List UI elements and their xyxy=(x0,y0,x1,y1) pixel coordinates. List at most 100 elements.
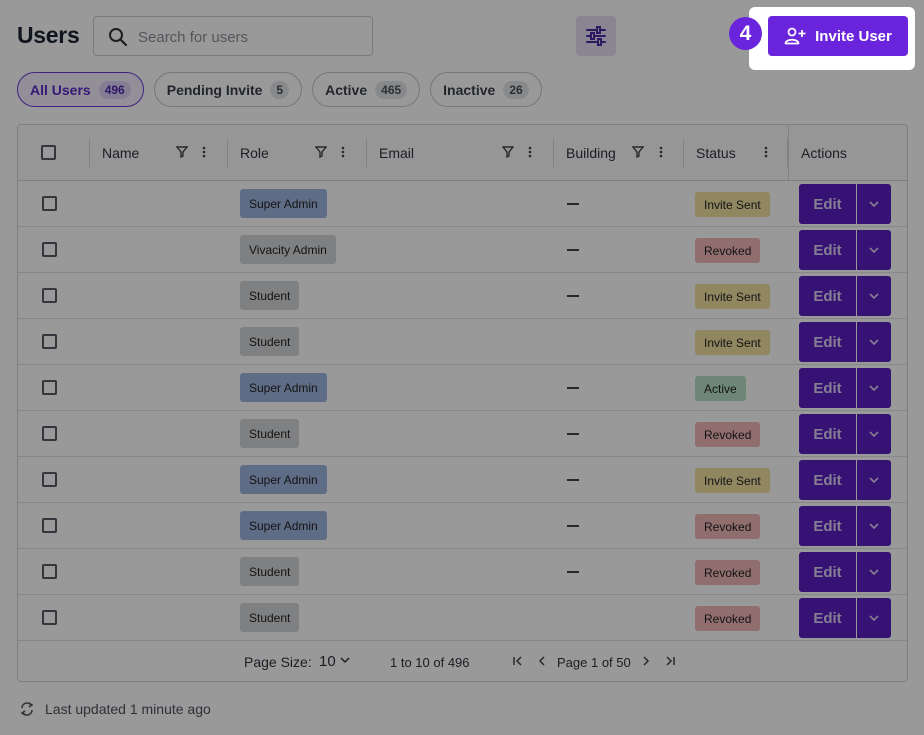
table-row: Vivacity Admin Revoked Edit xyxy=(18,227,907,273)
row-actions: Edit xyxy=(799,368,891,408)
status-badge: Invite Sent xyxy=(695,284,770,309)
last-updated: Last updated 1 minute ago xyxy=(19,699,211,719)
column-menu-icon[interactable] xyxy=(659,145,663,159)
row-checkbox[interactable] xyxy=(42,426,57,441)
row-actions-dropdown-button[interactable] xyxy=(857,414,891,454)
chip-all-users[interactable]: All Users 496 xyxy=(17,72,144,107)
first-page-icon[interactable] xyxy=(512,655,524,667)
row-checkbox[interactable] xyxy=(42,196,57,211)
edit-button[interactable]: Edit xyxy=(799,460,856,500)
invite-user-label: Invite User xyxy=(815,27,892,45)
row-checkbox[interactable] xyxy=(42,518,57,533)
row-actions: Edit xyxy=(799,184,891,224)
column-building-label: Building xyxy=(566,145,616,161)
row-actions: Edit xyxy=(799,322,891,362)
status-badge: Revoked xyxy=(695,514,761,539)
select-all-checkbox[interactable] xyxy=(41,145,56,160)
edit-button[interactable]: Edit xyxy=(799,322,856,362)
filter-icon[interactable] xyxy=(315,145,327,159)
search-box[interactable] xyxy=(93,16,373,56)
building-empty-dash xyxy=(567,433,579,435)
table-row: Student Revoked Edit xyxy=(18,549,907,595)
role-badge: Student xyxy=(240,281,300,310)
row-actions-dropdown-button[interactable] xyxy=(857,598,891,638)
role-badge: Super Admin xyxy=(240,373,327,402)
refresh-icon[interactable] xyxy=(19,700,35,718)
row-checkbox[interactable] xyxy=(42,564,57,579)
column-email[interactable]: Email xyxy=(367,125,554,181)
role-badge: Super Admin xyxy=(240,465,327,494)
filter-icon[interactable] xyxy=(176,145,188,159)
next-page-icon[interactable] xyxy=(641,655,651,667)
column-menu-icon[interactable] xyxy=(341,145,345,159)
row-actions: Edit xyxy=(799,276,891,316)
column-menu-icon[interactable] xyxy=(528,145,532,159)
column-status-label: Status xyxy=(696,145,736,161)
edit-button[interactable]: Edit xyxy=(799,368,856,408)
edit-button[interactable]: Edit xyxy=(799,414,856,454)
status-badge: Invite Sent xyxy=(695,468,770,493)
table-row: Student Invite Sent Edit xyxy=(18,273,907,319)
page-size-select[interactable]: 10 xyxy=(319,653,336,670)
row-checkbox[interactable] xyxy=(42,288,57,303)
previous-page-icon[interactable] xyxy=(537,655,547,667)
column-menu-icon[interactable] xyxy=(764,145,768,159)
row-checkbox[interactable] xyxy=(42,242,57,257)
filter-icon[interactable] xyxy=(632,145,644,159)
chip-active[interactable]: Active 465 xyxy=(312,72,421,107)
status-badge: Invite Sent xyxy=(695,192,770,217)
status-badge: Active xyxy=(695,376,746,401)
row-actions: Edit xyxy=(799,506,891,546)
chip-inactive[interactable]: Inactive 26 xyxy=(430,72,542,107)
chevron-down-icon xyxy=(869,247,879,254)
column-building[interactable]: Building xyxy=(554,125,684,181)
row-actions-dropdown-button[interactable] xyxy=(857,368,891,408)
edit-button[interactable]: Edit xyxy=(799,598,856,638)
invite-user-button[interactable]: Invite User xyxy=(768,16,908,56)
row-actions-dropdown-button[interactable] xyxy=(857,230,891,270)
page-size-label: Page Size: xyxy=(244,654,312,670)
building-empty-dash xyxy=(567,479,579,481)
row-checkbox[interactable] xyxy=(42,334,57,349)
edit-button[interactable]: Edit xyxy=(799,230,856,270)
edit-button[interactable]: Edit xyxy=(799,276,856,316)
edit-button[interactable]: Edit xyxy=(799,506,856,546)
last-updated-text: Last updated 1 minute ago xyxy=(45,701,211,717)
column-actions: Actions xyxy=(788,125,907,181)
chevron-down-icon xyxy=(869,201,879,208)
column-settings-button[interactable] xyxy=(576,16,616,56)
row-checkbox[interactable] xyxy=(42,380,57,395)
row-actions-dropdown-button[interactable] xyxy=(857,184,891,224)
row-actions-dropdown-button[interactable] xyxy=(857,276,891,316)
edit-button[interactable]: Edit xyxy=(799,552,856,592)
column-menu-icon[interactable] xyxy=(202,145,206,159)
table-row: Student Invite Sent Edit xyxy=(18,319,907,365)
header-select-cell xyxy=(18,125,90,181)
filter-icon[interactable] xyxy=(502,145,514,159)
building-empty-dash xyxy=(567,387,579,389)
chevron-down-icon xyxy=(869,523,879,530)
row-actions-dropdown-button[interactable] xyxy=(857,460,891,500)
chip-pending-invite[interactable]: Pending Invite 5 xyxy=(153,72,303,107)
chip-count: 496 xyxy=(98,80,131,99)
column-status[interactable]: Status xyxy=(684,125,788,181)
table-row: Student Revoked Edit xyxy=(18,595,907,641)
chevron-down-icon[interactable] xyxy=(340,655,350,665)
row-actions-dropdown-button[interactable] xyxy=(857,506,891,546)
search-input[interactable] xyxy=(138,26,358,48)
table-row: Super Admin Invite Sent Edit xyxy=(18,181,907,227)
status-badge: Invite Sent xyxy=(695,330,770,355)
column-name[interactable]: Name xyxy=(90,125,228,181)
edit-button[interactable]: Edit xyxy=(799,184,856,224)
column-role[interactable]: Role xyxy=(228,125,367,181)
page-title: Users xyxy=(17,22,80,48)
last-page-icon[interactable] xyxy=(664,655,676,667)
row-actions-dropdown-button[interactable] xyxy=(857,322,891,362)
chevron-down-icon xyxy=(869,569,879,576)
row-checkbox[interactable] xyxy=(42,472,57,487)
role-badge: Student xyxy=(240,557,300,586)
status-badge: Revoked xyxy=(695,560,761,585)
role-badge: Student xyxy=(240,603,300,632)
row-checkbox[interactable] xyxy=(42,610,57,625)
row-actions-dropdown-button[interactable] xyxy=(857,552,891,592)
